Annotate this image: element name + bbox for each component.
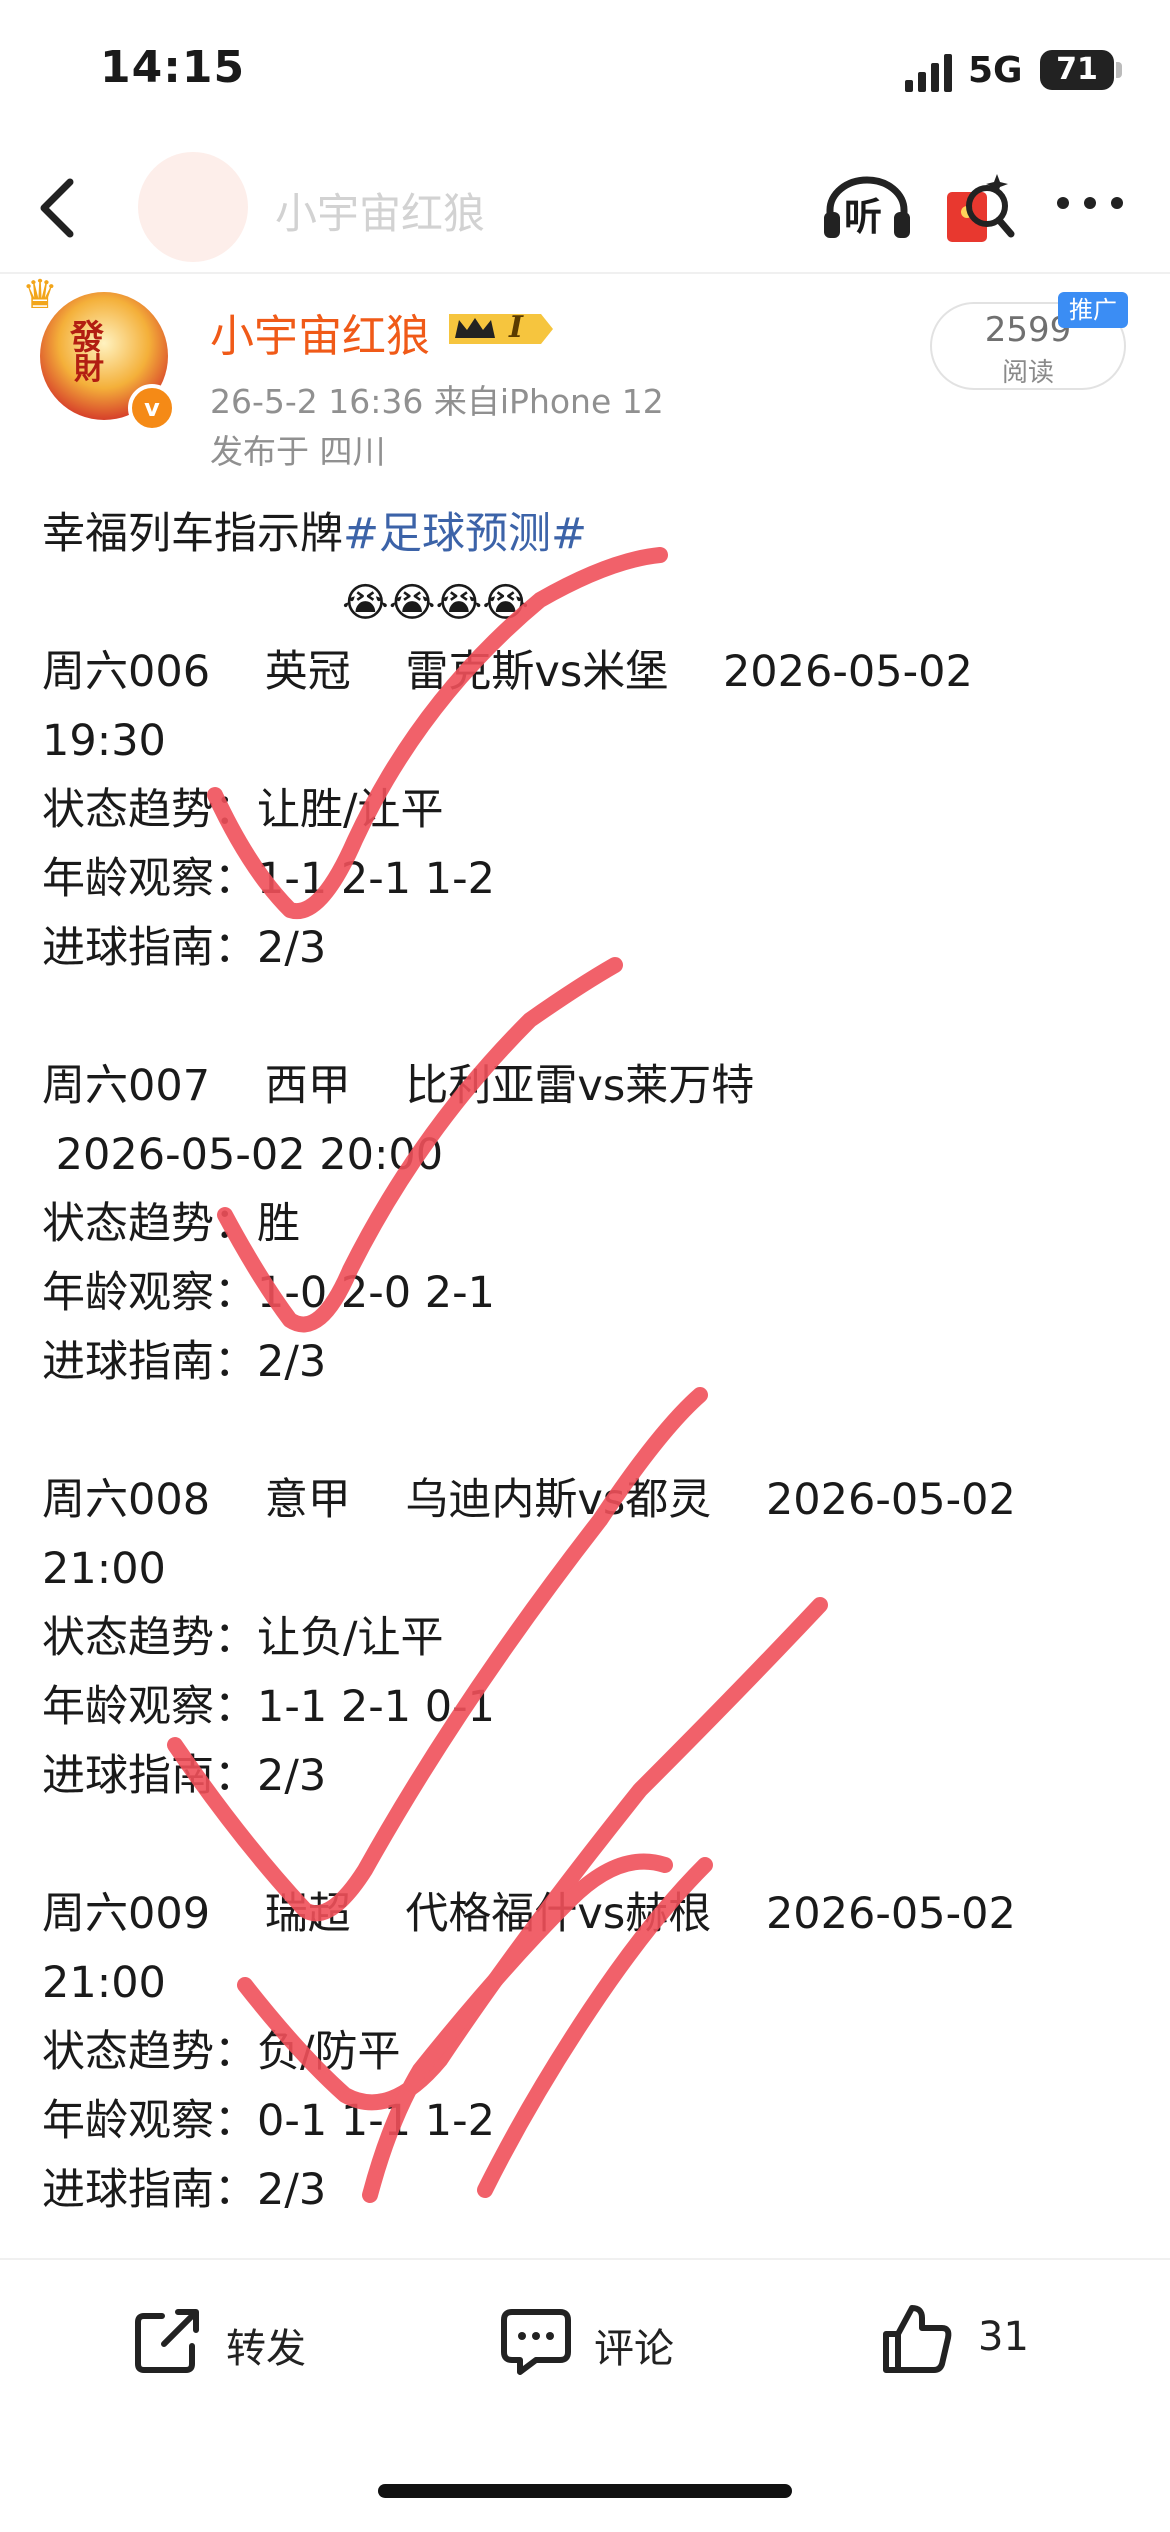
battery-level: 71 [1056, 52, 1098, 87]
verified-badge: v [128, 384, 176, 432]
match-4-trend: 状态趋势：负/防平 [42, 2027, 401, 2077]
comment-icon [501, 2309, 571, 2375]
repost-label: 转发 [226, 2326, 306, 2372]
author-name[interactable]: 小宇宙红狼 [210, 300, 430, 364]
signal-icon [905, 54, 952, 92]
battery-tip [1116, 62, 1122, 78]
nav-divider [0, 272, 1170, 274]
status-time: 14:15 [100, 42, 246, 93]
red-packet-icon[interactable] [945, 170, 1015, 246]
match-2-trend: 状态趋势：胜 [42, 1199, 300, 1249]
comment-label: 评论 [594, 2326, 674, 2372]
match-4-line2: 21:00 [42, 1958, 166, 2008]
match-2-line1: 周六007 西甲 比利亚雷vs莱万特 [42, 1061, 755, 1111]
vip-crown-icon [449, 314, 553, 344]
match-3-goals: 进球指南：2/3 [42, 1751, 327, 1801]
match-3-line1: 周六008 意甲 乌迪内斯vs都灵 2026-05-02 [42, 1475, 1016, 1525]
match-4-goals: 进球指南：2/3 [42, 2165, 327, 2215]
action-bar-divider [0, 2258, 1170, 2260]
promo-badge[interactable]: 推广 [1058, 292, 1128, 328]
more-icon[interactable] [1055, 188, 1125, 218]
emoji-row: 😭😭😭😭 [342, 580, 529, 626]
back-icon[interactable] [28, 168, 88, 248]
match-3-line2: 21:00 [42, 1544, 166, 1594]
listen-label: 听 [844, 195, 883, 239]
vip-level: I [509, 310, 524, 345]
match-3-trend: 状态趋势：让负/让平 [42, 1613, 444, 1663]
home-indicator[interactable] [378, 2484, 792, 2498]
comment-button[interactable]: 评论 [498, 2302, 698, 2378]
post-location: 发布于 四川 [210, 432, 386, 471]
post-title-prefix: 幸福列车指示牌 [42, 509, 343, 559]
crown-icon: ♛ [22, 272, 58, 318]
match-1-age: 年龄观察：1-1 2-1 1-2 [42, 854, 496, 904]
match-1-trend: 状态趋势：让胜/让平 [42, 785, 444, 835]
match-1-line1: 周六006 英冠 雷克斯vs米堡 2026-05-02 [42, 647, 973, 697]
match-2-age: 年龄观察：1-0 2-0 2-1 [42, 1268, 496, 1318]
read-label: 阅读 [1001, 358, 1054, 388]
listen-button[interactable]: 听 [822, 172, 912, 242]
repost-icon [135, 2309, 199, 2373]
match-2-goals: 进球指南：2/3 [42, 1337, 327, 1387]
repost-button[interactable]: 转发 [130, 2302, 330, 2378]
hashtag-link[interactable]: #足球预测# [343, 509, 587, 559]
post-title: 幸福列车指示牌#足球预测# [42, 500, 1142, 569]
post-meta: 26-5-2 16:36 来自iPhone 12 [210, 382, 664, 421]
post-content: 幸福列车指示牌#足球预测# 😭😭😭😭 周六006 英冠 雷克斯vs米堡 2026… [42, 500, 1142, 2225]
like-button[interactable]: 31 [878, 2300, 1038, 2380]
battery-icon: 71 [1040, 50, 1114, 90]
match-4-line1: 周六009 瑞超 代格福什vs赫根 2026-05-02 [42, 1889, 1016, 1939]
avatar-text-2: 財 [74, 352, 104, 387]
match-1-line2: 19:30 [42, 716, 166, 766]
match-3-age: 年龄观察：1-1 2-1 0-1 [42, 1682, 496, 1732]
nav-avatar[interactable] [138, 152, 248, 262]
network-type: 5G [968, 50, 1023, 91]
like-count: 31 [978, 2314, 1029, 2360]
vip-badge[interactable]: I [445, 308, 557, 350]
match-1-goals: 进球指南：2/3 [42, 923, 327, 973]
match-2-line2: 2026-05-02 20:00 [42, 1130, 444, 1180]
like-icon [883, 2305, 952, 2373]
match-4-age: 年龄观察：0-1 1-1 1-2 [42, 2096, 496, 2146]
nav-title: 小宇宙红狼 [275, 189, 486, 238]
